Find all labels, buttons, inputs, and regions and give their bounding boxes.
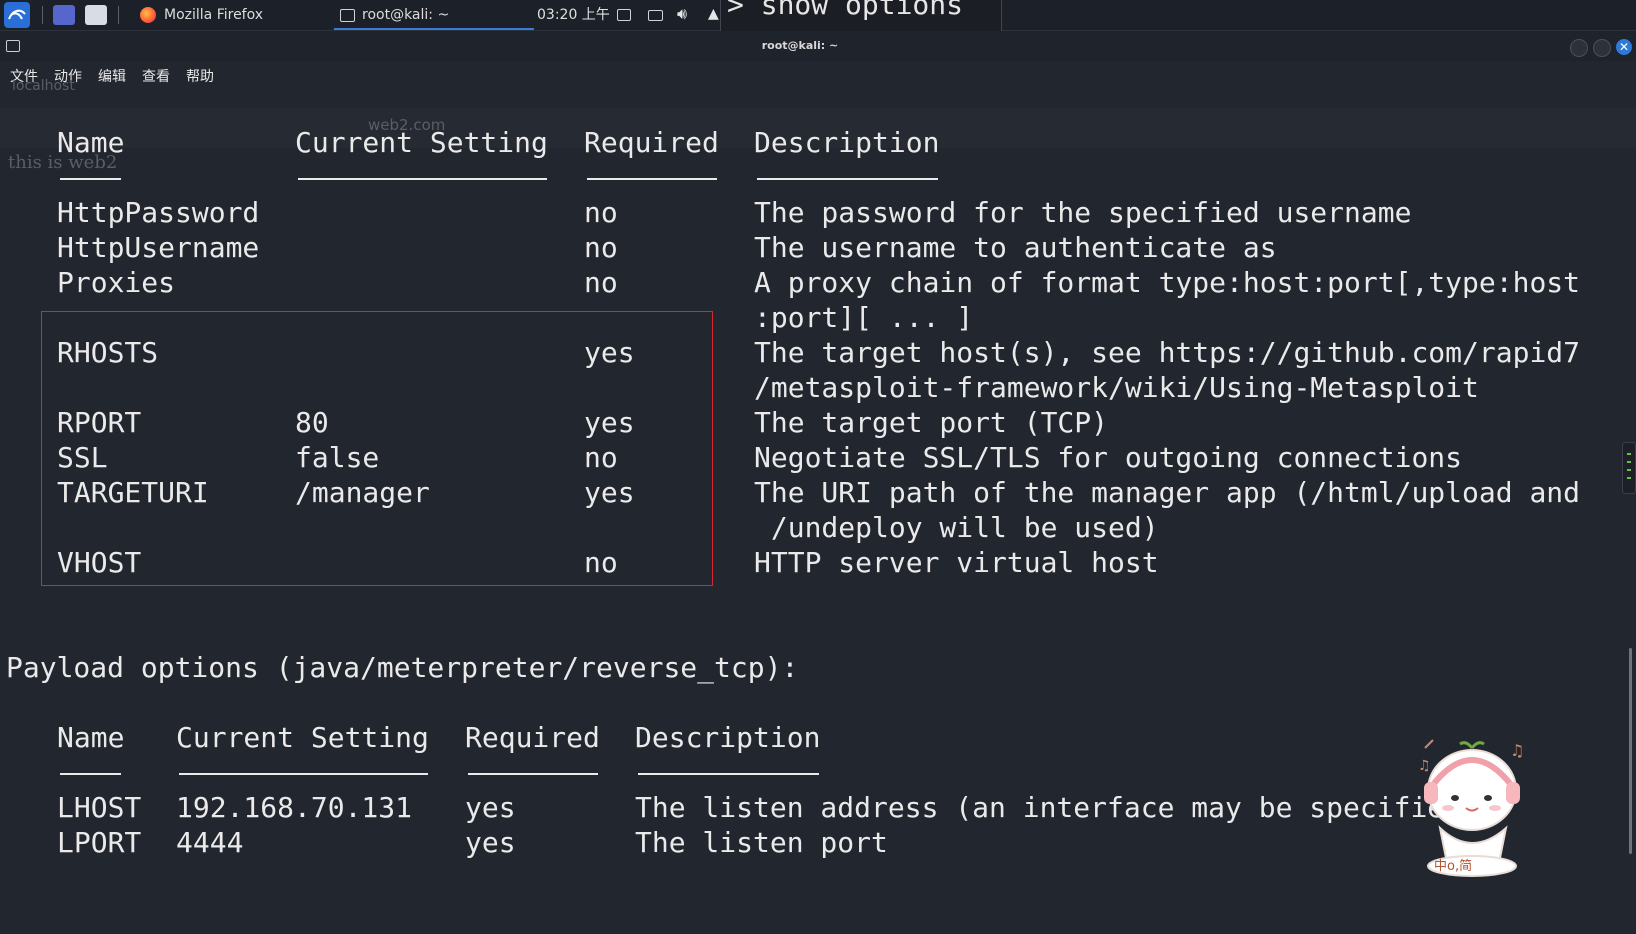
option-name: Proxies [57,266,176,299]
option-required: no [584,196,618,229]
option-description-cont: /undeploy will be used) [754,511,1159,544]
option-description: Negotiate SSL/TLS for outgoing connectio… [754,441,1463,474]
highlight-box [41,311,713,586]
option-required: no [584,231,618,264]
maximize-button[interactable] [1593,39,1611,57]
window-title: root@kali: ~ [761,39,839,52]
mascot-sticker: ♫ ♫ 中o,简 [1410,728,1530,878]
kali-menu-icon[interactable] [4,2,30,28]
payload-option-required: yes [465,791,516,824]
svg-text:♫: ♫ [1418,758,1431,774]
header-underline [468,773,598,775]
header-underline [587,178,717,180]
minimize-button[interactable] [1570,39,1588,57]
payload-option-name: LPORT [57,826,142,859]
option-name: HttpPassword [57,196,260,229]
header-underline [179,773,428,775]
header-underline [757,178,938,180]
option-description: The password for the specified username [754,196,1412,229]
taskbar-firefox-button[interactable]: Mozilla Firefox [136,0,326,30]
payload-option-description: The listen address (an interface may be … [635,791,1445,824]
taskbar-terminal-button[interactable]: root@kali: ~ [334,0,534,30]
mascot-caption: 中o,简 [1434,858,1472,874]
taskbar-separator [118,6,119,24]
payload-option-setting: 192.168.70.131 [176,791,413,824]
taskbar-separator [42,6,43,24]
close-button[interactable]: ✕ [1616,39,1632,55]
header-underline [298,178,547,180]
header-current-setting: Current Setting [176,721,429,754]
header-name: Name [57,721,125,754]
option-description-cont: :port][ ... ] [754,301,974,334]
side-widget[interactable] [1622,442,1636,494]
header-underline [60,178,121,180]
option-description-cont: /metasploit-framework/wiki/Using-Metaspl… [754,371,1479,404]
payload-title: Payload options (java/meterpreter/revers… [6,651,799,684]
option-description: The target host(s), see https://github.c… [754,336,1581,369]
option-description: The URI path of the manager app (/html/u… [754,476,1581,509]
terminal-icon [340,9,355,22]
option-description: HTTP server virtual host [754,546,1159,579]
option-name: HttpUsername [57,231,260,264]
clock[interactable]: 03:20 上午 [537,0,610,30]
payload-option-name: LHOST [57,791,142,824]
payload-option-required: yes [465,826,516,859]
show-desktop-icon[interactable] [53,5,75,25]
taskbar-firefox-label: Mozilla Firefox [164,7,264,23]
menu-edit[interactable]: 编辑 [98,66,126,86]
header-required: Required [465,721,600,754]
option-required: no [584,266,618,299]
menu-bar: 文件 动作 编辑 查看 帮助 [0,61,1636,89]
menu-help[interactable]: 帮助 [186,66,214,86]
file-manager-icon[interactable] [85,5,107,25]
taskbar: Mozilla Firefox root@kali: ~ 03:20 上午 🔊︎… [0,0,1636,33]
scrollbar-thumb[interactable] [1629,648,1632,854]
header-underline [638,773,819,775]
option-description: The target port (TCP) [754,406,1109,439]
option-description: A proxy chain of format type:host:port[,… [754,266,1581,299]
keyboard-icon[interactable] [648,10,663,21]
command-overlay: > show options [720,0,1002,33]
header-required: Required [584,126,719,159]
ghost-tab: localhost [12,78,75,94]
header-description: Description [754,126,940,159]
payload-option-setting: 4444 [176,826,244,859]
firefox-icon [140,7,156,23]
payload-option-description: The listen port [635,826,888,859]
header-name: Name [57,126,125,159]
window-titlebar: root@kali: ~ ✕ [0,31,1636,61]
volume-icon[interactable]: 🔊︎ [677,4,693,23]
header-current-setting: Current Setting [295,126,548,159]
header-description: Description [635,721,821,754]
header-underline [60,773,121,775]
menu-view[interactable]: 查看 [142,66,170,86]
svg-text:♫: ♫ [1510,741,1524,760]
taskbar-terminal-label: root@kali: ~ [362,7,450,23]
screen-icon[interactable] [617,9,631,21]
option-description: The username to authenticate as [754,231,1277,264]
